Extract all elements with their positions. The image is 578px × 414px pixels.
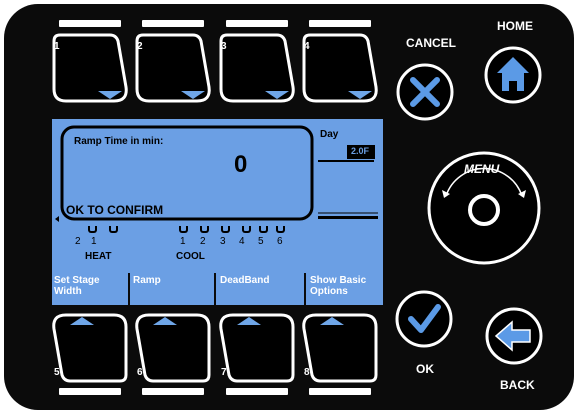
soft-key-2-indicator <box>142 20 204 27</box>
cancel-label: CANCEL <box>406 36 456 50</box>
cool-stage-number: 2 <box>200 236 206 247</box>
soft-key-7-indicator <box>226 388 288 395</box>
soft-key-3[interactable]: 3 <box>215 31 299 105</box>
menu-dial[interactable]: MENU <box>424 148 544 268</box>
cool-stage-marker <box>221 226 230 233</box>
soft-key-6[interactable]: 6 <box>131 311 215 385</box>
value-display: 0 <box>234 151 248 178</box>
day-label: Day <box>320 129 339 140</box>
soft-key-6-label: Ramp <box>133 275 161 286</box>
menu-label: MENU <box>464 162 500 176</box>
cool-stage-number: 6 <box>277 236 283 247</box>
lcd-display: Ramp Time in min: 0 OK TO CONFIRM Day 2.… <box>52 119 383 273</box>
cancel-button[interactable] <box>395 62 455 122</box>
soft-key-1-indicator <box>59 20 121 27</box>
soft-key-5-number: 5 <box>54 367 60 378</box>
soft-key-1-number: 1 <box>54 41 60 52</box>
heat-stage-number: 1 <box>91 236 97 247</box>
cool-label: COOL <box>176 251 205 262</box>
soft-key-4[interactable]: 4 <box>298 31 382 105</box>
soft-key-8-indicator <box>309 388 371 395</box>
soft-key-7-label: DeadBand <box>220 275 270 286</box>
heat-stage-marker <box>88 226 97 233</box>
soft-key-label-strip: Set Stage Width Ramp DeadBand Show Basic… <box>52 273 383 305</box>
label-divider <box>304 273 306 305</box>
cool-stage-marker <box>242 226 251 233</box>
heat-label: HEAT <box>85 251 112 262</box>
cool-stage-marker <box>259 226 268 233</box>
soft-key-6-number: 6 <box>137 367 143 378</box>
ok-label: OK <box>416 362 434 376</box>
cool-stage-marker <box>276 226 285 233</box>
soft-key-6-indicator <box>142 388 204 395</box>
soft-key-5-label: Set Stage Width <box>54 275 100 297</box>
label-divider <box>128 273 130 305</box>
confirm-text: OK TO CONFIRM <box>66 203 164 217</box>
back-button[interactable] <box>484 306 544 366</box>
soft-key-8[interactable]: 8 <box>298 311 382 385</box>
soft-key-4-indicator <box>309 20 371 27</box>
soft-key-4-number: 4 <box>304 41 310 52</box>
home-label: HOME <box>497 19 533 33</box>
ok-button[interactable] <box>394 289 454 349</box>
cool-stage-marker <box>179 226 188 233</box>
soft-key-8-number: 8 <box>304 367 310 378</box>
soft-key-7-number: 7 <box>221 367 227 378</box>
soft-key-5-indicator <box>59 388 121 395</box>
soft-key-7[interactable]: 7 <box>215 311 299 385</box>
home-button[interactable] <box>483 45 543 105</box>
back-label: BACK <box>500 378 535 392</box>
soft-key-3-indicator <box>226 20 288 27</box>
soft-key-1[interactable]: 1 <box>48 31 132 105</box>
setpoint-badge: 2.0F <box>351 146 370 156</box>
soft-key-5[interactable]: 5 <box>48 311 132 385</box>
soft-key-2[interactable]: 2 <box>131 31 215 105</box>
soft-key-3-number: 3 <box>221 41 227 52</box>
cool-stage-number: 3 <box>220 236 226 247</box>
cool-stage-number: 5 <box>258 236 264 247</box>
soft-key-2-number: 2 <box>137 41 143 52</box>
label-divider <box>214 273 216 305</box>
heat-stage-number: 2 <box>75 236 81 247</box>
cool-stage-number: 1 <box>180 236 186 247</box>
cool-stage-marker <box>200 226 209 233</box>
prompt-text: Ramp Time in min: <box>74 136 164 147</box>
heat-stage-marker <box>109 226 118 233</box>
soft-key-8-label: Show Basic Options <box>310 275 367 297</box>
cool-stage-number: 4 <box>239 236 245 247</box>
